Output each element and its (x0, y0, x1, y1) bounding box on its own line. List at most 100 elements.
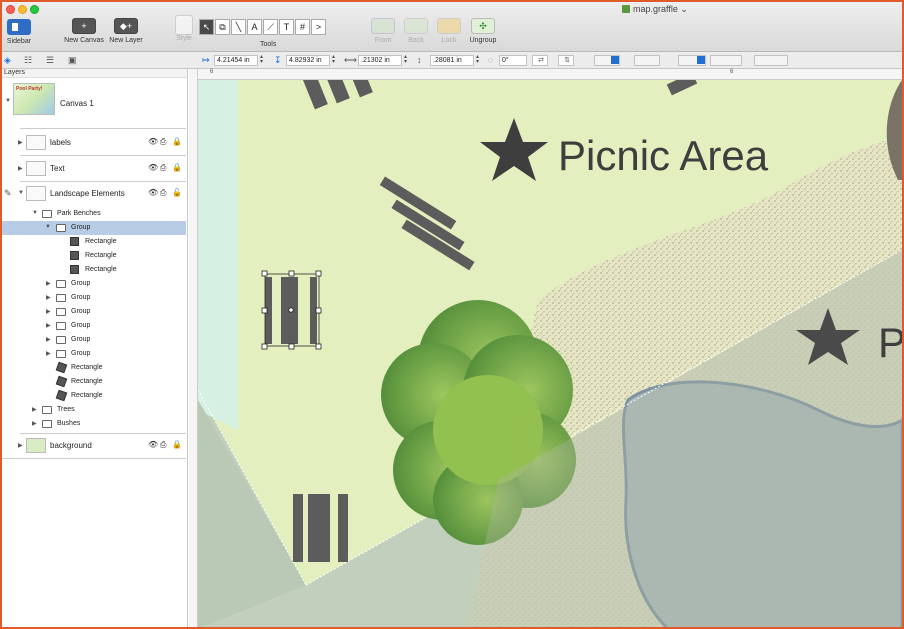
print-icon[interactable]: ⎙ (160, 440, 166, 450)
hierarchy-tab-icon[interactable]: ☰ (46, 55, 54, 66)
sidebar-button[interactable]: Sidebar (6, 19, 32, 45)
text-tool[interactable]: A (247, 19, 262, 35)
ungroup-button[interactable]: ✣ Ungroup (466, 18, 500, 44)
canvas-thumbnail[interactable]: Pool Party! (13, 83, 55, 115)
style-icon (175, 15, 193, 35)
lock-icon[interactable]: 🔒 (172, 137, 182, 146)
send-back-icon (404, 18, 428, 34)
rotation-field[interactable]: 0° (499, 55, 527, 66)
bring-front-button[interactable]: Front (370, 18, 396, 44)
lock-icon[interactable]: 🔒 (172, 163, 182, 172)
font-popup[interactable] (754, 55, 788, 66)
tree-item-bushes[interactable]: ▶ Bushes (2, 417, 186, 431)
shadow-popup[interactable] (678, 55, 706, 66)
tree-item-group[interactable]: ▶ Group (2, 291, 186, 305)
tree-item-label: Group (71, 322, 91, 329)
disclosure-triangle-icon[interactable]: ▶ (32, 406, 37, 413)
width-stepper[interactable]: ▴ ▾ (404, 54, 410, 66)
shape-tool[interactable]: ⧉ (215, 19, 230, 35)
canvas-tab-icon[interactable]: ▣ (68, 55, 77, 66)
park-bench (293, 494, 348, 562)
y-stepper[interactable]: ▴ ▾ (332, 54, 338, 66)
disclosure-triangle-icon[interactable]: ▼ (5, 98, 11, 104)
zoom-window-button[interactable] (30, 5, 39, 14)
y-position-field[interactable]: 4.82932 in (286, 55, 330, 66)
tree-item-rectangle[interactable]: Rectangle (2, 361, 186, 375)
layer-row-background[interactable]: ▶ background 👁 ⎙ 🔒 (2, 436, 186, 458)
tree-item-label: Rectangle (71, 378, 103, 385)
print-icon[interactable]: ⎙ (160, 163, 166, 173)
line-tool[interactable]: ╲ (231, 19, 246, 35)
print-icon[interactable]: ⎙ (160, 188, 166, 198)
canvas-row[interactable]: Canvas 1 (60, 99, 180, 108)
eye-icon[interactable]: 👁 (148, 440, 158, 449)
disclosure-triangle-icon[interactable]: ▶ (46, 350, 51, 357)
unlock-icon[interactable]: 🔓 (172, 188, 182, 197)
disclosure-triangle-icon[interactable]: ▶ (46, 322, 51, 329)
tree-item-group[interactable]: ▶ Group (2, 277, 186, 291)
tree-item-trees[interactable]: ▶ Trees (2, 403, 186, 417)
tree-item-rectangle[interactable]: Rectangle (2, 263, 186, 277)
selection-tool[interactable]: ↖ (199, 19, 214, 35)
disclosure-triangle-icon[interactable]: ▶ (46, 308, 51, 315)
line-style-popup[interactable] (710, 55, 742, 66)
send-back-button[interactable]: Back (403, 18, 429, 44)
lock-icon[interactable]: 🔒 (172, 440, 182, 449)
fill-popup[interactable] (594, 55, 620, 66)
minimize-window-button[interactable] (18, 5, 27, 14)
height-field[interactable]: .28081 in (430, 55, 474, 66)
park-bench-selected[interactable] (261, 270, 322, 350)
stroke-popup[interactable] (634, 55, 660, 66)
more-tools-button[interactable]: > (311, 19, 326, 35)
close-window-button[interactable] (6, 5, 15, 14)
tree-item-label: Rectangle (85, 266, 117, 273)
layer-row-text[interactable]: ▶ Text 👁 ⎙ 🔒 (2, 159, 186, 183)
x-position-field[interactable]: 4.21454 in (214, 55, 258, 66)
eye-icon[interactable]: 👁 (148, 188, 158, 197)
tree-item-group[interactable]: ▶ Group (2, 305, 186, 319)
height-stepper[interactable]: ▴ ▾ (476, 54, 482, 66)
x-stepper[interactable]: ▴ ▾ (260, 54, 266, 66)
flip-horizontal-button[interactable]: ⇄ (532, 55, 548, 66)
flip-vertical-button[interactable]: ⇅ (558, 55, 574, 66)
tree-item-group[interactable]: ▶ Group (2, 319, 186, 333)
print-icon[interactable]: ⎙ (160, 137, 166, 147)
tree-item-group[interactable]: ▶ Group (2, 347, 186, 361)
tree-item-rectangle[interactable]: Rectangle (2, 249, 186, 263)
tree-item-selected-group[interactable]: ▼ Group (2, 221, 186, 235)
pen-tool[interactable]: ⟋ (263, 19, 278, 35)
outline-tab-icon[interactable]: ☷ (24, 55, 32, 66)
disclosure-triangle-icon[interactable]: ▶ (32, 420, 37, 427)
divider (2, 458, 186, 459)
tree-item-park-benches[interactable]: ▼ Park Benches (2, 208, 186, 221)
disclosure-triangle-icon[interactable]: ▼ (45, 224, 51, 230)
disclosure-triangle-icon[interactable]: ▶ (18, 139, 23, 146)
width-field[interactable]: .21302 in (358, 55, 402, 66)
disclosure-triangle-icon[interactable]: ▶ (46, 336, 51, 343)
eye-icon[interactable]: 👁 (148, 137, 158, 146)
diagram-text-tool[interactable]: T (279, 19, 294, 35)
disclosure-triangle-icon[interactable]: ▼ (32, 210, 38, 216)
tree-item-rectangle[interactable]: Rectangle (2, 375, 186, 389)
disclosure-triangle-icon[interactable]: ▶ (18, 442, 23, 449)
layer-row-labels[interactable]: ▶ labels 👁 ⎙ 🔒 (2, 133, 186, 157)
new-layer-button[interactable]: ◆+ New Layer (107, 18, 145, 44)
disclosure-triangle-icon[interactable]: ▼ (18, 190, 24, 196)
style-button[interactable]: Style (172, 15, 196, 45)
canvas-area[interactable]: Picnic Area P (198, 80, 902, 627)
layers-tab-icon[interactable]: ◈ (4, 55, 11, 66)
chevron-down-icon[interactable]: ⌄ (680, 4, 688, 14)
layer-row-landscape-elements[interactable]: ✎ ▼ Landscape Elements 👁 ⎙ 🔓 (2, 184, 186, 206)
layer-name: Text (50, 164, 65, 173)
disclosure-triangle-icon[interactable]: ▶ (46, 294, 51, 301)
disclosure-triangle-icon[interactable]: ▶ (46, 280, 51, 287)
tree-item-rectangle[interactable]: Rectangle (2, 235, 186, 249)
new-canvas-button[interactable]: + New Canvas (64, 18, 104, 44)
tree-item-group[interactable]: ▶ Group (2, 333, 186, 347)
lock-button[interactable]: Lock (436, 18, 462, 44)
new-canvas-label: New Canvas (64, 37, 104, 44)
table-tool[interactable]: # (295, 19, 310, 35)
tree-item-rectangle[interactable]: Rectangle (2, 389, 186, 403)
disclosure-triangle-icon[interactable]: ▶ (18, 165, 23, 172)
eye-icon[interactable]: 👁 (148, 163, 158, 172)
